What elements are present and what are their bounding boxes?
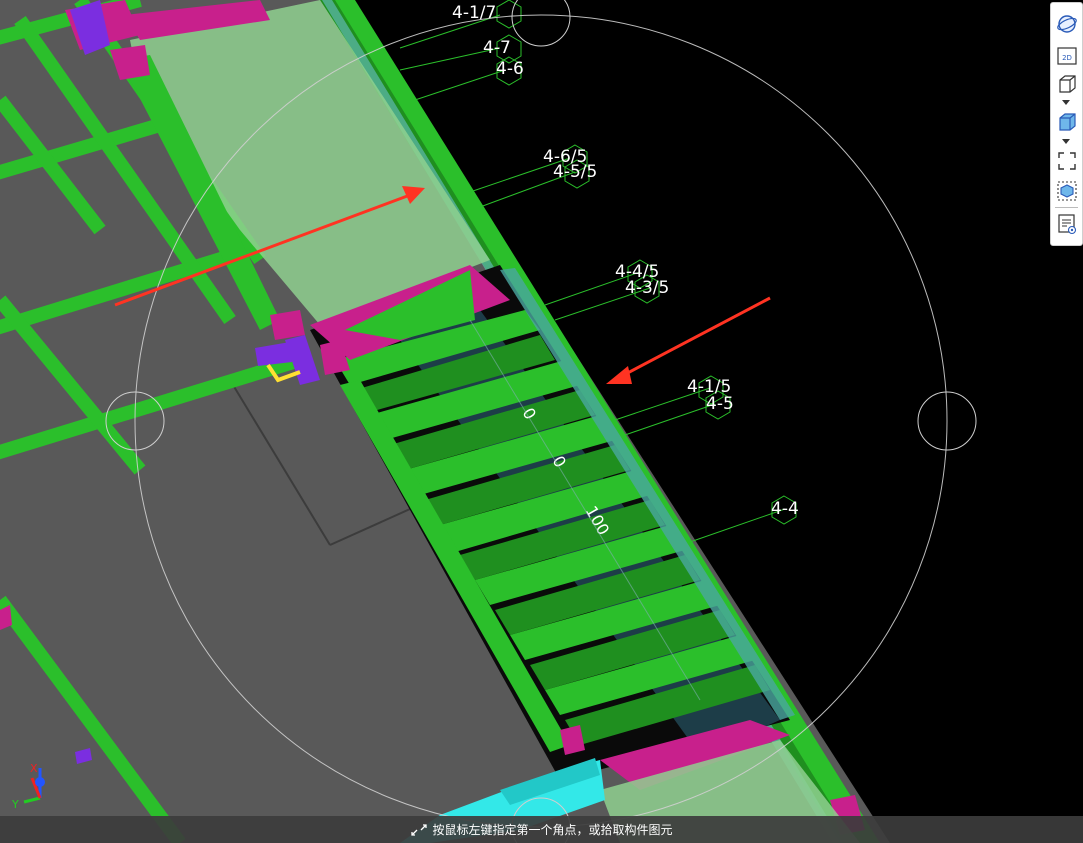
3d-viewport[interactable]: 4-1/7 4-7 4-6 4-6/5 4-5/5 4-4/5 4-3/5 4-…: [0, 0, 1083, 843]
corner-pick-icon: [411, 823, 428, 836]
2d-view-button[interactable]: 2D: [1054, 43, 1079, 68]
3d-box-view-icon: [1058, 74, 1076, 93]
axis-gizmo: X Y: [11, 762, 45, 810]
orbit-view-icon: [1056, 14, 1077, 33]
y-axis: [23, 796, 41, 804]
axis-label-4-7: 4-7: [483, 38, 511, 58]
display-settings-icon: [1057, 213, 1076, 234]
x-axis-label: X: [30, 762, 38, 775]
axis-label-4-3-5: 4-3/5: [625, 278, 669, 298]
isolate-component-button[interactable]: [1054, 178, 1079, 203]
2d-view-icon: 2D: [1056, 46, 1077, 65]
axis-label-4-4: 4-4: [771, 499, 799, 519]
2d-view-label: 2D: [1062, 54, 1072, 62]
y-axis-label: Y: [11, 798, 19, 810]
fit-view-button[interactable]: [1054, 148, 1079, 173]
axis-label-4-5: 4-5: [706, 394, 734, 414]
axis-label-4-6: 4-6: [496, 59, 524, 79]
axis-origin: [35, 777, 45, 787]
status-bar: 按鼠标左键指定第一个角点，或拾取构件图元: [0, 816, 1083, 843]
display-settings-button[interactable]: [1054, 211, 1079, 236]
3d-box-view-button[interactable]: [1054, 71, 1079, 96]
toolbar-separator: [1055, 207, 1078, 208]
fit-view-icon: [1057, 151, 1076, 170]
orbit-view-button[interactable]: [1054, 11, 1079, 36]
3d-shaded-view-button[interactable]: [1054, 109, 1079, 134]
3d-shaded-view-icon: [1058, 112, 1076, 131]
3d-view-dropdown-caret[interactable]: [1062, 100, 1070, 105]
view-toolbar: 2D: [1050, 2, 1083, 246]
status-prompt: 按鼠标左键指定第一个角点，或拾取构件图元: [432, 823, 673, 837]
axis-label-4-1-7: 4-1/7: [452, 3, 496, 23]
axis-label-4-5-5: 4-5/5: [553, 162, 597, 182]
isolate-component-icon: [1056, 180, 1077, 201]
shaded-view-dropdown-caret[interactable]: [1062, 139, 1070, 144]
